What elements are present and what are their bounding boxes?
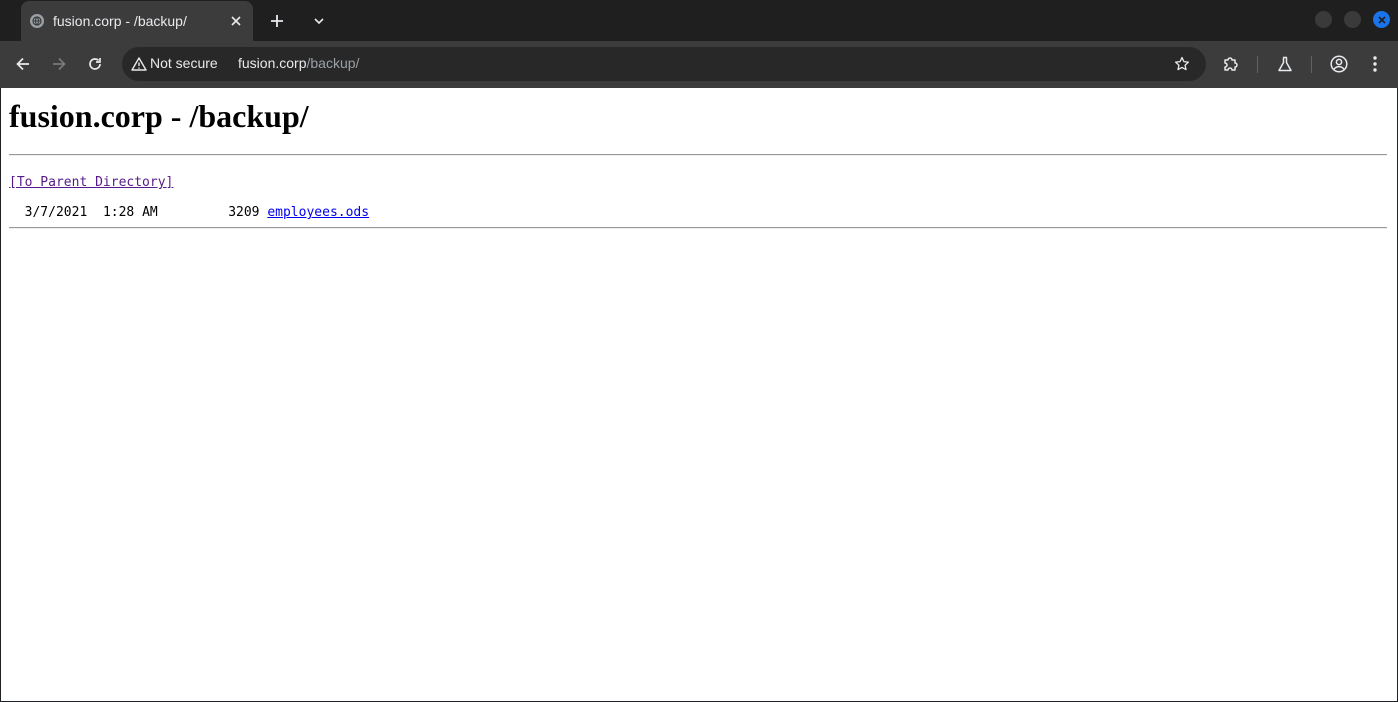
file-link[interactable]: employees.ods xyxy=(267,205,369,220)
kebab-menu-icon[interactable] xyxy=(1363,52,1387,76)
toolbar-divider xyxy=(1257,56,1258,73)
back-arrow-icon[interactable] xyxy=(11,52,35,76)
maximize-button[interactable] xyxy=(1344,11,1361,28)
extensions-puzzle-icon[interactable] xyxy=(1219,52,1243,76)
security-status[interactable]: Not secure xyxy=(150,55,218,71)
parent-directory-link[interactable]: [To Parent Directory] xyxy=(9,175,173,190)
profile-avatar-icon[interactable] xyxy=(1327,52,1351,76)
listing-row: 3/7/2021 1:28 AM 3209 employees.ods xyxy=(9,205,369,220)
globe-icon xyxy=(30,14,44,28)
page-title: fusion.corp - /backup/ xyxy=(9,98,309,134)
toolbar-divider xyxy=(1311,56,1312,73)
address-bar[interactable]: Not secure fusion.corp/backup/ xyxy=(122,47,1206,81)
forward-arrow-icon[interactable] xyxy=(47,52,71,76)
tab-strip: fusion.corp - /backup/ xyxy=(0,0,1398,41)
reload-icon[interactable] xyxy=(83,52,107,76)
url-host: fusion.corp xyxy=(238,55,307,71)
page-viewport: fusion.corp - /backup/ [To Parent Direct… xyxy=(1,88,1397,701)
close-icon xyxy=(1377,15,1386,24)
close-tab-icon[interactable] xyxy=(227,12,245,30)
browser-toolbar: Not secure fusion.corp/backup/ xyxy=(0,41,1398,88)
bookmark-star-icon[interactable] xyxy=(1174,56,1190,72)
file-time: 1:28 AM xyxy=(102,205,158,220)
close-window-button[interactable] xyxy=(1373,11,1390,28)
chevron-down-icon[interactable] xyxy=(308,10,330,32)
divider xyxy=(9,154,1387,156)
url-text[interactable]: fusion.corp/backup/ xyxy=(238,55,359,71)
file-date: 3/7/2021 xyxy=(24,205,88,220)
tab-title: fusion.corp - /backup/ xyxy=(53,13,187,29)
directory-listing: [To Parent Directory] 3/7/2021 1:28 AM 3… xyxy=(9,168,369,228)
warning-icon xyxy=(131,57,147,71)
active-tab[interactable]: fusion.corp - /backup/ xyxy=(21,1,253,41)
divider xyxy=(9,227,1387,229)
new-tab-icon[interactable] xyxy=(266,10,288,32)
labs-flask-icon[interactable] xyxy=(1273,52,1297,76)
minimize-button[interactable] xyxy=(1315,11,1332,28)
file-size: 3209 xyxy=(228,205,260,220)
url-path: /backup/ xyxy=(306,55,360,71)
